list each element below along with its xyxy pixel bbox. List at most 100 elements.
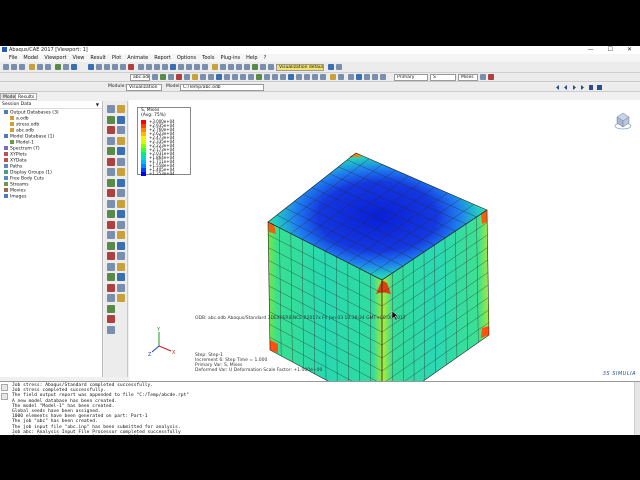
toolbox-tool-icon[interactable] <box>117 241 125 250</box>
toolbox-tool-icon[interactable] <box>107 315 115 323</box>
message-scrollbar[interactable] <box>634 382 640 435</box>
toolbox-tool-icon[interactable] <box>107 325 115 334</box>
tab-results[interactable]: Results <box>15 93 38 100</box>
tree-node-icon <box>4 176 8 180</box>
tree-node-icon <box>10 116 14 120</box>
menu-item-plug-ins[interactable]: Plug-ins <box>220 54 240 62</box>
menu-item-tools[interactable]: Tools <box>202 54 214 62</box>
menu-item-animate[interactable]: Animate <box>127 54 148 62</box>
model-select[interactable]: C:/Temp/abc.odb <box>180 84 264 91</box>
toolbox-tool-icon[interactable] <box>117 283 125 292</box>
model-label: Model: <box>166 84 182 89</box>
toolbox-tool-icon[interactable] <box>117 231 125 239</box>
toolbox-tool-icon[interactable] <box>107 241 115 250</box>
toolbox-tool-icon[interactable] <box>117 294 125 302</box>
toolbox-tool-icon[interactable] <box>107 294 115 302</box>
toolbox-tool-icon[interactable] <box>117 189 125 197</box>
menu-item-view[interactable]: View <box>73 54 85 62</box>
menu-item-viewport[interactable]: Viewport <box>44 54 66 62</box>
primary-variable-select[interactable]: Primary <box>394 74 428 81</box>
toolbox-tool-icon[interactable] <box>107 147 115 155</box>
menu-item--[interactable]: ? <box>264 54 267 62</box>
module-toolbox <box>104 101 128 377</box>
toolbox-tool-icon[interactable] <box>117 199 125 208</box>
toolbox-tool-icon[interactable] <box>117 220 125 229</box>
odb-selector[interactable]: abc.odb <box>130 74 150 81</box>
results-toolbar-icons[interactable] <box>0 73 640 82</box>
toolbox-tool-icon[interactable] <box>117 210 125 218</box>
toolbox-tool-icon[interactable] <box>107 136 115 145</box>
tree-item-label: stress.odb <box>16 122 40 128</box>
toolbox-tool-icon[interactable] <box>117 136 125 145</box>
toolbox-tool-icon[interactable] <box>107 199 115 208</box>
toolbox-tool-icon[interactable] <box>117 105 125 113</box>
tree-header[interactable]: Session Data ▼ <box>0 101 102 109</box>
toolbox-tool-icon[interactable] <box>107 178 115 187</box>
menu-item-plot[interactable]: Plot <box>112 54 121 62</box>
toolbox-tool-icon[interactable] <box>117 157 125 166</box>
tree-item-label: XYPlots <box>10 152 27 158</box>
session-data-label: Session Data <box>2 102 32 107</box>
toolbox-tool-icon[interactable] <box>107 157 115 166</box>
message-lines: Job stress: Abaqus/Standard completed su… <box>12 383 189 435</box>
odb-info-line: ODB: abc.odb Abaqus/Standard 3DEXPERIENC… <box>195 316 406 321</box>
results-toolbar: abc.odb Primary S Mises <box>0 73 640 82</box>
toolbox-tool-icon[interactable] <box>107 273 115 281</box>
toolbox-tool-icon[interactable] <box>107 168 115 176</box>
field-output-select[interactable]: S <box>430 74 456 81</box>
message-tab-icon[interactable] <box>1 384 8 391</box>
toolbox-tool-icon[interactable] <box>107 304 115 313</box>
toolbox-tool-icon[interactable] <box>107 231 115 239</box>
message-area: Job stress: Abaqus/Standard completed su… <box>0 381 640 435</box>
menu-item-result[interactable]: Result <box>90 54 105 62</box>
stress-cube-model[interactable] <box>129 100 640 381</box>
menu-item-model[interactable]: Model <box>23 54 38 62</box>
tree-node-icon <box>4 182 8 186</box>
tree-item-label: Display Groups (1) <box>10 170 52 176</box>
visualization-defaults-combo[interactable]: Visualization defaults <box>276 64 324 71</box>
tree-item-label: Model Database (1) <box>10 134 55 140</box>
tree-item-label: Free Body Cuts <box>10 176 44 182</box>
python-tab-icon[interactable] <box>1 393 8 400</box>
toolbox-tool-icon[interactable] <box>117 147 125 155</box>
viewport-1[interactable]: S, Mises (Avg: 75%) +3.000e+04 +2.935e+04… <box>129 100 640 381</box>
window-controls[interactable]: — ☐ ✕ <box>588 46 638 54</box>
toolbox-tool-icon[interactable] <box>107 220 115 229</box>
tree-item-label: a.odb <box>16 116 29 122</box>
module-select[interactable]: Visualization <box>126 84 162 91</box>
tree-node-icon <box>4 146 8 150</box>
toolbox-tool-icon[interactable] <box>107 252 115 260</box>
title-bar: Abaqus/CAE 2017 [Viewport: 1] — ☐ ✕ <box>0 46 640 54</box>
menu-item-options[interactable]: Options <box>177 54 196 62</box>
window-title: Abaqus/CAE 2017 [Viewport: 1] <box>9 47 88 53</box>
toolbox-tool-icon[interactable] <box>107 210 115 218</box>
toolbox-tool-icon[interactable] <box>107 126 115 134</box>
context-bar: 1 2 3 4 Module: Visualization Model: C:/… <box>0 83 640 92</box>
menu-item-help[interactable]: Help <box>246 54 257 62</box>
tree-item-label: Streams <box>10 182 29 188</box>
toolbox-tool-icon[interactable] <box>107 115 115 124</box>
toolbox-tool-icon[interactable] <box>117 252 125 260</box>
invariant-select[interactable]: Mises <box>458 74 478 81</box>
toolbox-tool-icon[interactable] <box>117 115 125 124</box>
toolbox-tool-icon[interactable] <box>117 126 125 134</box>
toolbox-tool-icon[interactable] <box>117 178 125 187</box>
view-manipulator-icon[interactable] <box>614 110 632 132</box>
toolbox-tool-icon[interactable] <box>117 262 125 271</box>
toolbox-tool-icon[interactable] <box>117 273 125 281</box>
menu-item-report[interactable]: Report <box>154 54 171 62</box>
tree-node-icon <box>4 110 8 114</box>
coordinate-triad: Y X Z <box>148 327 176 356</box>
tree-item-images[interactable]: Images <box>4 194 26 201</box>
toolbox-tool-icon[interactable] <box>107 105 115 113</box>
toolbox-tool-icon[interactable] <box>117 168 125 176</box>
chevron-down-icon[interactable]: ▼ <box>96 101 99 109</box>
triad-y-label: Y <box>156 327 161 333</box>
menu-item-file[interactable]: File <box>9 54 17 62</box>
tree-node-icon <box>10 140 14 144</box>
animation-controls[interactable] <box>555 83 635 92</box>
toolbox-tool-icon[interactable] <box>107 283 115 292</box>
toolbox-tool-icon[interactable] <box>107 262 115 271</box>
toolbox-tool-icon[interactable] <box>107 189 115 197</box>
simulia-logo: 3S SIMULIA <box>602 371 636 377</box>
